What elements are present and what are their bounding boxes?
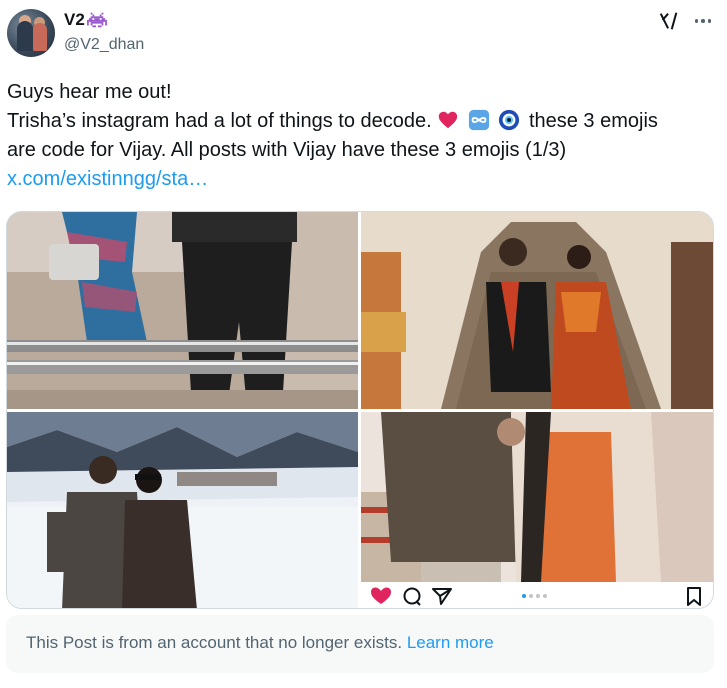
- notice-text: This Post is from an account that no lon…: [26, 633, 403, 652]
- tweet-line-2-suffix: these 3 emojis: [528, 110, 658, 132]
- user-handle[interactable]: @V2_dhan: [64, 35, 144, 55]
- share-icon: [432, 588, 452, 605]
- comment-icon: [403, 587, 421, 606]
- author-name-row[interactable]: V2: [64, 10, 107, 30]
- learn-more-link[interactable]: Learn more: [407, 633, 494, 652]
- elevator-photo[interactable]: [7, 212, 358, 409]
- display-name[interactable]: V2: [64, 10, 85, 30]
- deleted-account-notice: This Post is from an account that no lon…: [6, 615, 714, 673]
- avatar[interactable]: [7, 9, 55, 57]
- tweet-line-2: Trisha’s instagram had a lot of things t…: [7, 107, 719, 136]
- red-heart-emoji: [439, 111, 458, 129]
- tweet-text: Guys hear me out! Trisha’s instagram had…: [7, 78, 719, 194]
- media-grid[interactable]: [6, 211, 714, 609]
- instagram-action-bar: [361, 582, 713, 608]
- tweet-link[interactable]: x.com/existinngg/sta…: [7, 165, 719, 194]
- temple-photo[interactable]: [361, 212, 713, 409]
- snow-photo[interactable]: [7, 412, 358, 608]
- nazar-amulet-emoji: [499, 109, 520, 131]
- heart-icon: [371, 587, 391, 604]
- bookmark-icon: [687, 587, 701, 606]
- tweet-line-2-prefix: Trisha’s instagram had a lot of things t…: [7, 110, 432, 132]
- grok-icon[interactable]: [658, 10, 680, 32]
- walking-photo[interactable]: [361, 412, 713, 582]
- tweet-line-1: Guys hear me out!: [7, 81, 172, 103]
- more-icon[interactable]: [692, 10, 714, 32]
- infinity-emoji: [468, 109, 489, 131]
- space-invader-icon: [86, 12, 107, 28]
- carousel-dots: [522, 594, 547, 598]
- tweet-line-3: are code for Vijay. All posts with Vijay…: [7, 139, 567, 161]
